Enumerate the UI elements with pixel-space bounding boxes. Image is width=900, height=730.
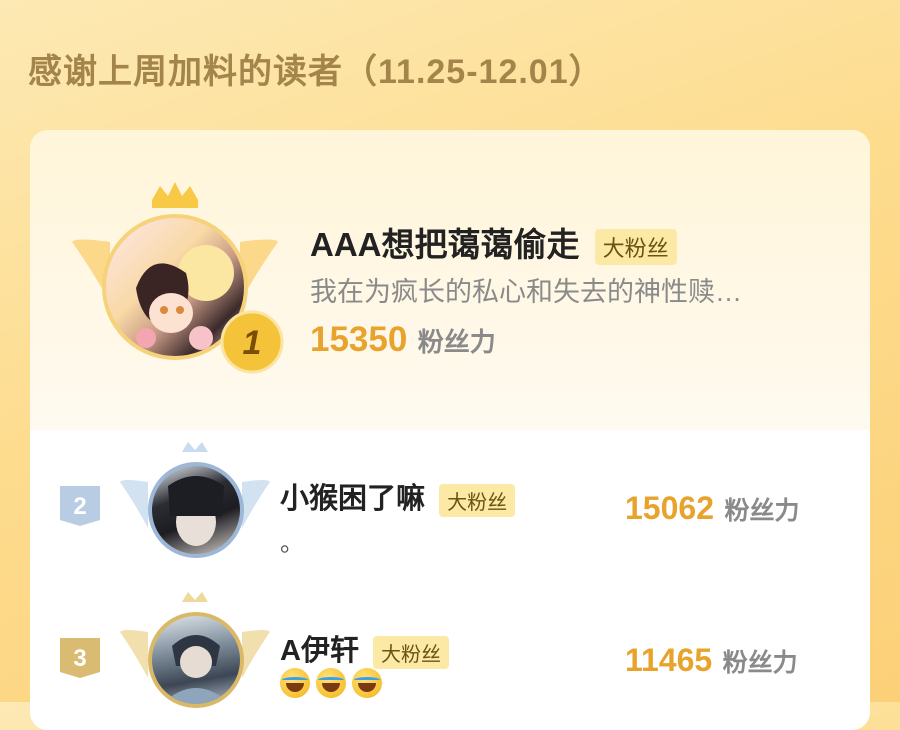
- rank-1-medal-icon: 1: [220, 310, 284, 374]
- svg-text:3: 3: [73, 645, 86, 672]
- rank-2-tag-icon: 2: [60, 486, 100, 526]
- rank-1-signature: 我在为疯长的私心和失去的神性赎…: [310, 277, 742, 307]
- rank-3-tag-icon: 3: [60, 638, 100, 678]
- rank-2-signature: 。: [280, 530, 304, 557]
- joy-emoji-icon: [280, 668, 310, 698]
- rank-2-fan-badge: 大粉丝: [439, 483, 516, 517]
- rank-2-name[interactable]: 小猴困了嘛 大粉丝: [280, 475, 516, 517]
- rank-1-name[interactable]: AAA想把蔼蔼偷走 大粉丝: [310, 218, 677, 266]
- page-title: 感谢上周加料的读者（11.25-12.01）: [28, 53, 604, 91]
- rank-1-entry[interactable]: 1 AAA想把蔼蔼偷走 大粉丝 我在为疯长的私心和失去的神性赎… 15350 粉…: [30, 130, 870, 430]
- rank-2-avatar[interactable]: [148, 462, 244, 558]
- rank-1-score-unit: 粉丝力: [417, 327, 496, 357]
- ranking-list: 2 小猴困了嘛 大粉丝 。 15062 粉丝力 3 A伊轩 大粉丝 11465 …: [30, 430, 870, 730]
- rank-3-score-unit: 粉丝力: [722, 649, 798, 677]
- rank-3-signature: [280, 668, 388, 698]
- rank-3-avatar[interactable]: [148, 612, 244, 708]
- rank-3-fan-badge: 大粉丝: [373, 635, 450, 669]
- rank-1-score: 15350 粉丝力: [310, 320, 496, 360]
- rank-2-score: 15062 粉丝力: [625, 490, 799, 527]
- rank-3-name[interactable]: A伊轩 大粉丝: [280, 627, 450, 669]
- rank-2-avatar-frame: [120, 442, 270, 572]
- joy-emoji-icon: [316, 668, 346, 698]
- rank-1-fan-badge: 大粉丝: [594, 229, 677, 266]
- rank-3-score-value: 11465: [625, 642, 713, 678]
- svg-text:1: 1: [243, 324, 262, 362]
- leaderboard-card: 1 AAA想把蔼蔼偷走 大粉丝 我在为疯长的私心和失去的神性赎… 15350 粉…: [30, 130, 870, 730]
- rank-2-score-unit: 粉丝力: [724, 497, 800, 525]
- rank-2-score-value: 15062: [625, 490, 714, 526]
- avatar-illustration-icon: [168, 476, 224, 546]
- joy-emoji-icon: [352, 668, 382, 698]
- svg-text:2: 2: [73, 493, 86, 520]
- rank-1-avatar-frame: 1: [70, 182, 284, 374]
- rank-2-username: 小猴困了嘛: [280, 483, 426, 515]
- rank-3-score: 11465 粉丝力: [625, 642, 798, 679]
- avatar-illustration-icon: [162, 635, 230, 704]
- rank-1-username: AAA想把蔼蔼偷走: [310, 226, 580, 263]
- rank-3-avatar-frame: [120, 592, 270, 722]
- rank-1-score-value: 15350: [310, 320, 408, 359]
- rank-3-username: A伊轩: [280, 635, 359, 667]
